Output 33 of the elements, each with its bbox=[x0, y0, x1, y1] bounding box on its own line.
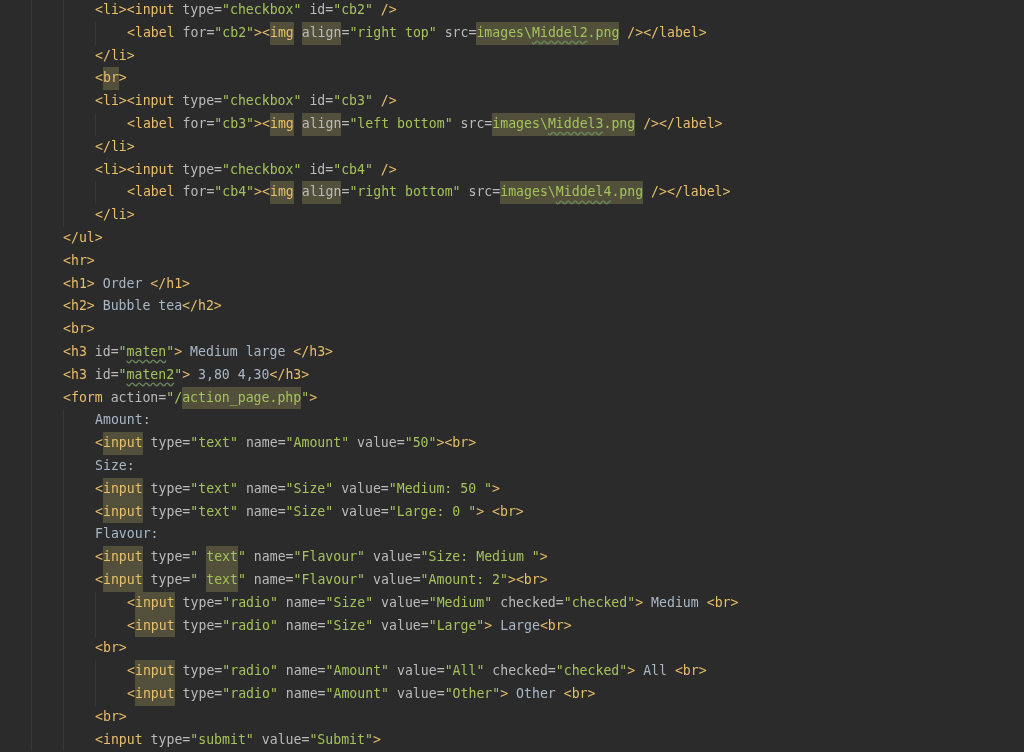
code-line: <input type="text" name="Size" value="Large: 0 "> <br> bbox=[95, 500, 524, 524]
code-line: Flavour: bbox=[95, 525, 159, 544]
code-line: <br> bbox=[95, 639, 127, 658]
code-line: <li><input type="checkbox" id="cb2" /> bbox=[95, 1, 397, 19]
code-line: <h3 id="maten"> Medium large </h3> bbox=[63, 342, 333, 361]
code-line: <input type="radio" name="Size" value="Medium" checked="checked"> Medium <br> bbox=[127, 591, 739, 615]
code-line: <hr> bbox=[63, 251, 95, 270]
code-line: <input type="text" name="Size" value="Medium: 50 "> bbox=[95, 477, 500, 501]
code-line: <input type="submit" value="Submit"> bbox=[95, 730, 381, 749]
code-line: <input type="radio" name="Amount" value="Other"> Other <br> bbox=[127, 682, 596, 706]
code-line: <h2> Bubble tea</h2> bbox=[63, 297, 222, 316]
code-line: <input type=" text" name="Flavour" value="Amount: 2"><br> bbox=[95, 568, 548, 592]
code-line: <input type=" text" name="Flavour" value="Size: Medium "> bbox=[95, 546, 548, 569]
code-line: <br> bbox=[63, 320, 95, 339]
code-line: <form action="/action_page.php"> bbox=[63, 386, 318, 410]
code-line: Amount: bbox=[95, 411, 151, 430]
code-line: <input type="text" name="Amount" value="50"><br> bbox=[95, 432, 477, 455]
code-line: <input type="radio" name="Amount" value="All" checked="checked"> All <br> bbox=[127, 660, 707, 683]
code-line: <label for="cb2"><img align="right top" src=images\Middel2.png /></label> bbox=[127, 21, 707, 45]
code-line: </li> bbox=[95, 206, 135, 225]
code-line: <li><input type="checkbox" id="cb3" /> bbox=[95, 92, 397, 111]
code-line: <label for="cb4"><img align="right bottom" src=images\Middel4.png /></label> bbox=[127, 181, 731, 205]
code-line: <h3 id="maten2"> 3,80 4,30</h3> bbox=[63, 365, 310, 384]
code-line: <br> bbox=[95, 67, 127, 91]
code-line: <label for="cb3"><img align="left bottom" src=images\Middel3.png /></label> bbox=[127, 113, 723, 136]
code-line: <br> bbox=[95, 707, 127, 726]
code-line: <h1> Order </h1> bbox=[63, 274, 191, 293]
code-line: Size: bbox=[95, 456, 135, 475]
code-line: </ul> bbox=[63, 228, 103, 247]
code-line: <li><input type="checkbox" id="cb4" /> bbox=[95, 160, 397, 179]
code-line: <input type="radio" name="Size" value="Large"> Large<br> bbox=[127, 614, 572, 638]
code-line: </li> bbox=[95, 46, 135, 65]
code-line: </li> bbox=[95, 137, 135, 156]
